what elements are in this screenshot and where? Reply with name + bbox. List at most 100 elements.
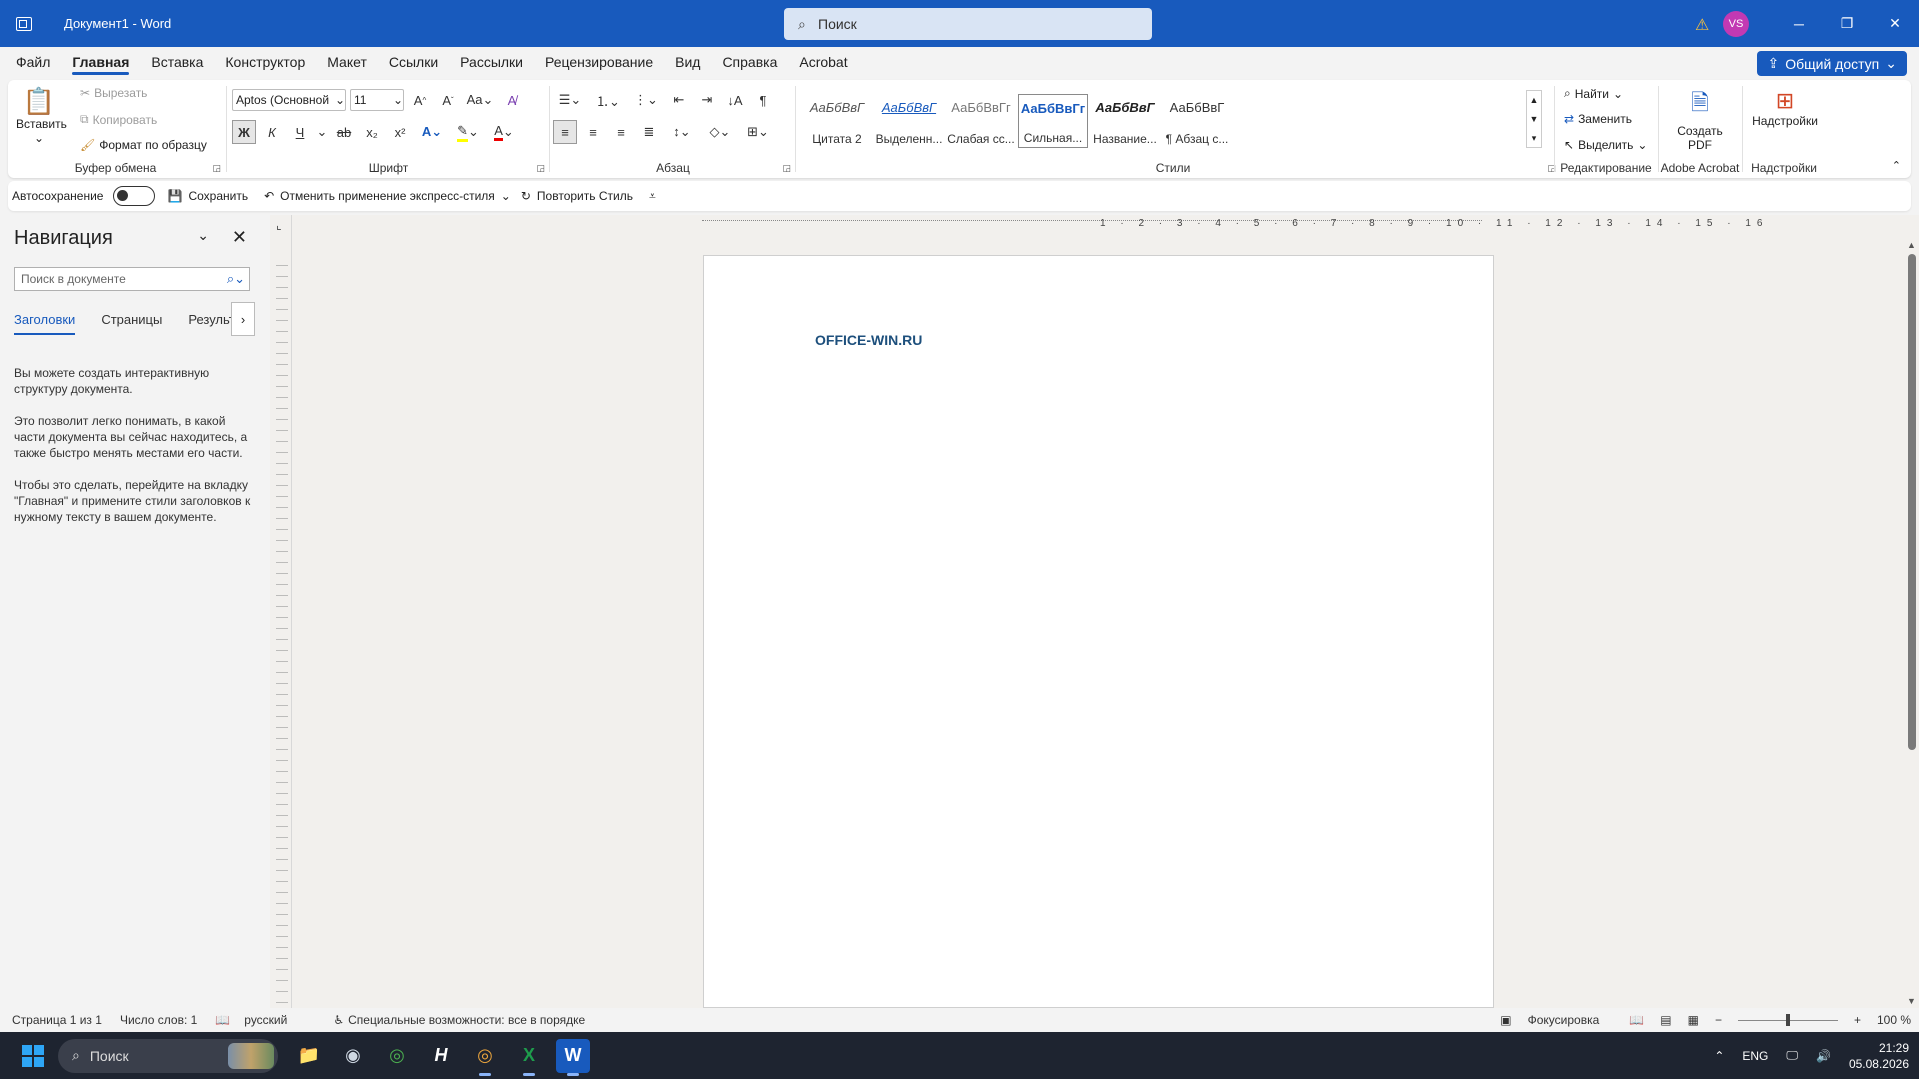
restore-button[interactable]: ❐ [1823,0,1871,47]
tab-review[interactable]: Рецензирование [534,47,664,78]
sort-button[interactable]: ↓A [723,88,747,112]
copy-button[interactable]: ⧉ Копировать [80,112,157,127]
taskbar-search[interactable]: ⌕ Поиск [58,1038,278,1073]
chevron-right-icon[interactable]: › [231,302,255,336]
proofing-icon[interactable]: 📖 [215,1013,230,1027]
dialog-launcher-icon[interactable]: ◲ [536,163,545,174]
tab-pages[interactable]: Страницы [101,312,162,327]
file-explorer-icon[interactable]: 📁 [292,1039,326,1073]
italic-button[interactable]: К [260,120,284,144]
chevron-down-icon[interactable]: ⌄ [501,189,511,203]
app-h-icon[interactable]: H [424,1039,458,1073]
tab-headings[interactable]: Заголовки [14,312,76,335]
style-intense-reference[interactable]: АаБбВвГг Сильная... [1018,94,1088,148]
scroll-up-icon[interactable]: ▲ [1907,240,1916,250]
zoom-slider[interactable] [1737,1013,1838,1026]
chevron-down-icon[interactable]: ▼ [1527,110,1541,129]
underline-button[interactable]: Ч [288,120,312,144]
chevron-down-icon[interactable]: ⌄ [316,120,328,144]
subscript-button[interactable]: x₂ [360,120,384,144]
align-right-button[interactable]: ≡ [609,120,633,144]
tab-view[interactable]: Вид [664,47,711,78]
redo-icon[interactable]: ↻ [521,189,531,203]
font-color-button[interactable]: A ⌄ [488,120,520,144]
save-button[interactable]: Сохранить [188,189,248,203]
clear-formatting-icon[interactable]: A̸ [500,88,524,112]
chevron-up-icon[interactable]: ▲ [1527,91,1541,110]
select-button[interactable]: ↖ Выделить ⌄ [1564,138,1647,152]
shading-button[interactable]: ◇⌄ [703,120,737,144]
zoom-in-icon[interactable]: + [1854,1013,1861,1027]
tab-acrobat[interactable]: Acrobat [788,47,858,78]
style-quote-2[interactable]: АаБбВвГ Цитата 2 [802,94,872,148]
style-subtle-reference[interactable]: АаБбВвГг Слабая сс... [946,94,1016,148]
align-left-button[interactable]: ≡ [553,120,577,144]
pilcrow-icon[interactable]: ¶ [751,88,775,112]
superscript-button[interactable]: x² [388,120,412,144]
vertical-scrollbar[interactable]: ▲ ▼ [1905,238,1919,1008]
document-text[interactable]: OFFICE-WIN.RU [815,332,922,348]
font-size-select[interactable]: 11 ⌄ [350,89,404,111]
save-icon[interactable]: 💾 [167,189,182,203]
addins-button[interactable]: ⊞ Надстройки [1750,88,1820,128]
chrome-profile-icon[interactable]: ◎ [468,1039,502,1076]
close-icon[interactable]: ✕ [232,227,247,248]
increase-indent-button[interactable]: ⇥ [695,88,719,112]
accessibility-status[interactable]: Специальные возможности: все в порядке [348,1013,585,1027]
word-icon[interactable]: W [556,1038,590,1076]
dialog-launcher-icon[interactable]: ◲ [212,163,221,174]
avatar[interactable]: VS [1723,10,1749,37]
bold-button[interactable]: Ж [232,120,256,144]
print-layout-icon[interactable]: ▤ [1660,1013,1671,1027]
page-count[interactable]: Страница 1 из 1 [12,1013,102,1027]
more-icon[interactable]: ▾ [1527,129,1541,148]
document-page[interactable]: OFFICE-WIN.RU [703,255,1494,1008]
scroll-down-icon[interactable]: ▼ [1907,996,1916,1006]
web-layout-icon[interactable]: ▦ [1688,1013,1699,1027]
input-language[interactable]: ENG [1742,1049,1768,1063]
tab-design[interactable]: Конструктор [214,47,316,78]
zoom-out-icon[interactable]: − [1715,1013,1722,1027]
replace-button[interactable]: ⇄ Заменить [1564,112,1632,126]
line-spacing-button[interactable]: ↕⌄ [665,120,699,144]
style-list-paragraph[interactable]: АаБбВвГ ¶ Абзац с... [1162,94,1232,148]
word-app-icon[interactable] [16,16,32,31]
volume-icon[interactable]: 🔊 [1816,1049,1831,1063]
warning-icon[interactable]: ⚠ [1695,15,1713,34]
network-icon[interactable]: 🖵 [1786,1048,1798,1063]
format-painter-button[interactable]: 🖌 Формат по образцу [80,138,207,152]
undo-button[interactable]: Отменить применение экспресс-стиля [280,189,495,203]
style-book-title[interactable]: АаБбВвГ Название... [1090,94,1160,148]
language[interactable]: русский [244,1013,287,1027]
tab-home[interactable]: Главная [61,47,140,78]
paste-button[interactable]: 📋 Вставить ⌄ [16,86,67,145]
word-count[interactable]: Число слов: 1 [120,1013,197,1027]
numbering-button[interactable]: ⒈⌄ [591,88,625,112]
decrease-indent-button[interactable]: ⇤ [667,88,691,112]
tab-help[interactable]: Справка [711,47,788,78]
customize-qat-icon[interactable]: ⩡ [649,189,656,204]
tab-mailings[interactable]: Рассылки [449,47,534,78]
styles-gallery-scroll[interactable]: ▲ ▼ ▾ [1526,90,1542,148]
dialog-launcher-icon[interactable]: ◲ [782,163,791,174]
font-family-select[interactable]: Aptos (Основной ⌄ [232,89,346,111]
close-window-button[interactable]: ✕ [1871,0,1919,47]
find-button[interactable]: ⌕ Найти ⌄ [1564,86,1623,101]
tab-file[interactable]: Файл [5,47,61,78]
grow-font-button[interactable]: A ^ [408,88,432,112]
windows-start-icon[interactable] [22,1044,44,1067]
clock[interactable]: 21:29 05.08.2026 [1849,1040,1909,1072]
shrink-font-button[interactable]: Aˇ [436,88,460,112]
style-intense-quote[interactable]: АаБбВвГ Выделенн... [874,94,944,148]
tab-insert[interactable]: Вставка [140,47,214,78]
autosave-toggle[interactable] [113,186,156,206]
share-button[interactable]: ⇪ Общий доступ ⌄ [1757,51,1907,76]
redo-button[interactable]: Повторить Стиль [537,189,633,203]
title-search-box[interactable]: ⌕ Поиск [784,8,1152,40]
borders-button[interactable]: ⊞⌄ [741,120,775,144]
change-case-button[interactable]: Aa⌄ [464,88,496,112]
focus-button[interactable]: Фокусировка [1528,1013,1600,1027]
cut-button[interactable]: ✂ Вырезать [80,86,147,100]
chevron-up-icon[interactable]: ⌃ [1714,1049,1724,1063]
nav-search-input[interactable]: Поиск в документе ⌕⌄ [14,267,250,291]
